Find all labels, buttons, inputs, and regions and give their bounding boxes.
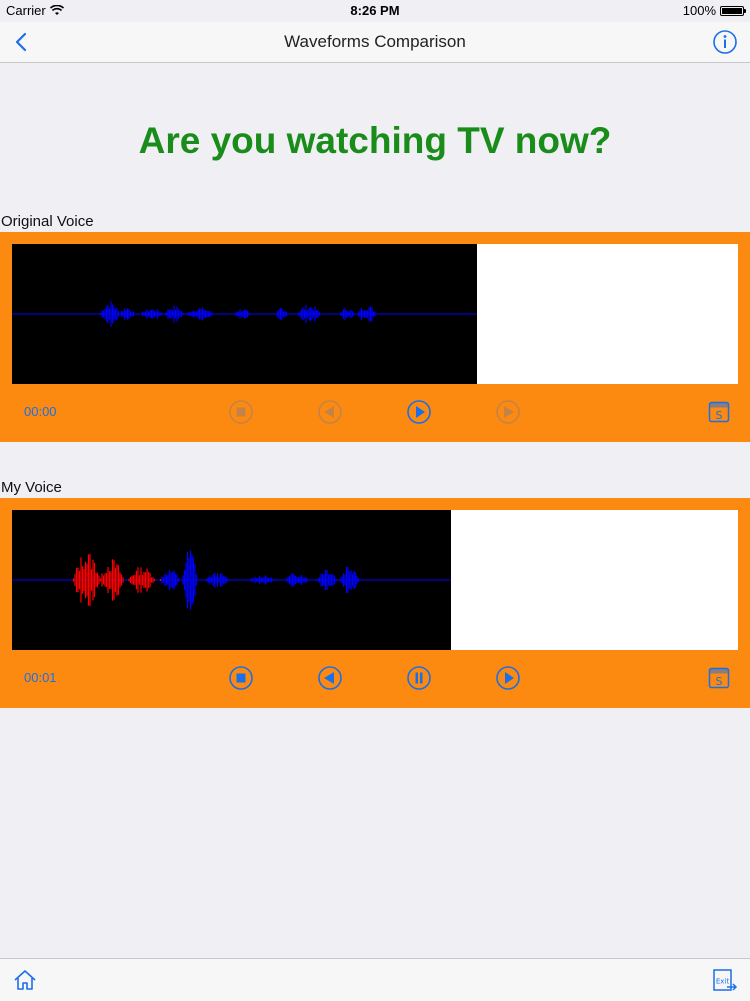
exit-icon[interactable]: Exit bbox=[712, 967, 738, 993]
my-voice-label: My Voice bbox=[1, 479, 62, 496]
save-icon[interactable]: S bbox=[708, 401, 730, 423]
my-time-display: 00:01 bbox=[24, 670, 57, 685]
stop-icon[interactable] bbox=[228, 665, 254, 691]
save-icon[interactable]: S bbox=[708, 667, 730, 689]
battery-indicator: 100% bbox=[682, 3, 746, 18]
stop-icon[interactable] bbox=[228, 399, 254, 425]
svg-text:S: S bbox=[716, 675, 723, 688]
my-waveform bbox=[12, 510, 451, 650]
original-controls: 00:00 S bbox=[0, 392, 750, 432]
my-waveform-area bbox=[12, 510, 738, 650]
play-icon[interactable] bbox=[495, 665, 521, 691]
clock: 8:26 PM bbox=[350, 3, 400, 18]
original-waveform-area bbox=[12, 244, 738, 384]
original-voice-panel: 00:00 S bbox=[0, 232, 750, 442]
exit-label: Exit bbox=[716, 978, 730, 986]
pause-icon[interactable] bbox=[406, 665, 432, 691]
svg-text:S: S bbox=[716, 409, 723, 422]
home-icon[interactable] bbox=[12, 967, 38, 993]
play-icon[interactable] bbox=[406, 399, 432, 425]
navigation-bar: Waveforms Comparison bbox=[0, 22, 750, 63]
forward-icon[interactable] bbox=[495, 399, 521, 425]
bottom-toolbar: Exit bbox=[0, 958, 750, 1001]
status-bar: Carrier 8:26 PM 100% bbox=[0, 0, 750, 22]
prompt-sentence: Are you watching TV now? bbox=[138, 120, 612, 161]
original-time-display: 00:00 bbox=[24, 404, 57, 419]
rewind-icon[interactable] bbox=[317, 399, 343, 425]
battery-icon bbox=[720, 5, 746, 16]
original-waveform bbox=[12, 244, 477, 384]
battery-percent: 100% bbox=[682, 3, 716, 18]
info-icon[interactable] bbox=[712, 29, 738, 55]
my-controls: 00:01 S bbox=[0, 658, 750, 698]
rewind-icon[interactable] bbox=[317, 665, 343, 691]
page-title: Waveforms Comparison bbox=[284, 32, 466, 51]
my-voice-panel: 00:01 S bbox=[0, 498, 750, 708]
original-voice-label: Original Voice bbox=[1, 213, 94, 230]
